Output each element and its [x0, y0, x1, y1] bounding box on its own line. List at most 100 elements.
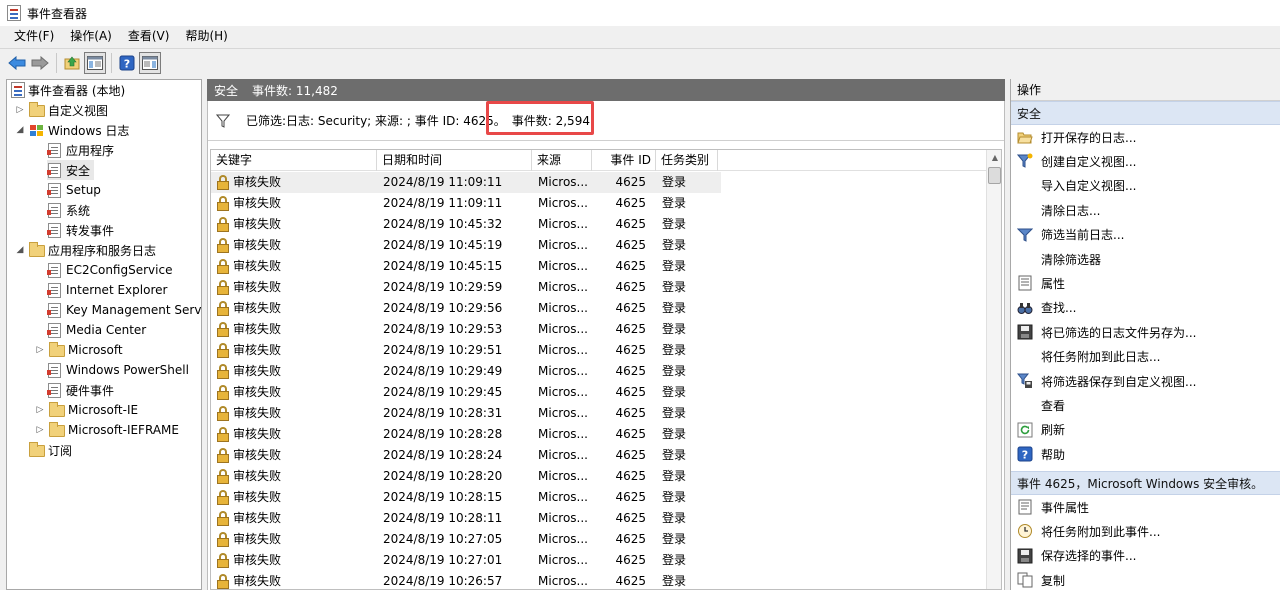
tree-item-hardware-events[interactable]: 硬件事件 [47, 380, 114, 400]
table-row[interactable]: 审核失败 2024/8/19 10:28:31 Micros... 4625 登录 [211, 403, 721, 424]
table-row[interactable]: 审核失败 2024/8/19 10:26:57 Micros... 4625 登录 [211, 571, 721, 589]
tree-subscriptions[interactable]: 订阅 [29, 440, 72, 460]
audit-failure-lock-icon [217, 511, 229, 526]
table-row[interactable]: 审核失败 2024/8/19 10:29:53 Micros... 4625 登录 [211, 319, 721, 340]
tree-root[interactable]: 事件查看器 (本地) [11, 80, 125, 100]
column-event-id[interactable]: 事件 ID [592, 150, 656, 171]
cell-keywords-text: 审核失败 [233, 322, 282, 336]
action-item[interactable]: 清除日志... [1011, 198, 1280, 222]
expand-arrow-icon[interactable]: ▷ [35, 425, 45, 435]
table-row[interactable]: 审核失败 2024/8/19 10:27:01 Micros... 4625 登录 [211, 550, 721, 571]
action-item[interactable]: ? 帮助 [1011, 442, 1280, 466]
tree-app-service-logs[interactable]: ◢ 应用程序和服务日志 [15, 240, 156, 260]
menu-view[interactable]: 查看(V) [120, 26, 178, 47]
save-icon [1017, 548, 1033, 564]
tree-item-microsoft-ieframe[interactable]: ▷ Microsoft-IEFRAME [35, 420, 179, 440]
action-item[interactable]: 将任务附加到此事件... [1011, 519, 1280, 543]
table-row[interactable]: 审核失败 2024/8/19 10:45:19 Micros... 4625 登录 [211, 235, 721, 256]
tree-item-system[interactable]: 系统 [47, 200, 90, 220]
collapse-arrow-icon[interactable]: ◢ [15, 245, 25, 255]
scroll-thumb[interactable] [988, 167, 1001, 184]
action-item[interactable]: 属性 [1011, 271, 1280, 295]
action-item[interactable]: 查看 [1011, 393, 1280, 417]
actions-section-security[interactable]: 安全 [1011, 101, 1280, 125]
tree-item-setup[interactable]: Setup [47, 180, 101, 200]
tree-custom-views[interactable]: ▷ 自定义视图 [15, 100, 108, 120]
forward-button[interactable] [29, 52, 51, 74]
table-row[interactable]: 审核失败 2024/8/19 11:09:11 Micros... 4625 登录 [211, 172, 721, 193]
tree-item-microsoft[interactable]: ▷ Microsoft [35, 340, 123, 360]
tree-item-powershell[interactable]: Windows PowerShell [47, 360, 189, 380]
action-label: 筛选当前日志... [1041, 228, 1125, 243]
expand-arrow-icon[interactable]: ▷ [35, 405, 45, 415]
cell-keywords: 审核失败 [211, 256, 377, 277]
cell-keywords-text: 审核失败 [233, 448, 282, 462]
action-item[interactable]: 将筛选器保存到自定义视图... [1011, 369, 1280, 393]
help-button[interactable]: ? [116, 52, 138, 74]
column-date-time[interactable]: 日期和时间 [377, 150, 532, 171]
tree-item-security[interactable]: 安全 [47, 160, 95, 180]
action-item[interactable]: 将已筛选的日志文件另存为... [1011, 320, 1280, 344]
cell-task-category: 登录 [662, 259, 687, 273]
cell-event-id: 4625 [615, 343, 646, 357]
action-item[interactable]: 查找... [1011, 296, 1280, 320]
filter-bar: 已筛选:日志: Security; 来源: ; 事件 ID: 4625。 事件数… [208, 101, 1004, 141]
tree-item-application[interactable]: 应用程序 [47, 140, 114, 160]
action-item[interactable]: 创建自定义视图... [1011, 149, 1280, 173]
tree-item-label: 转发事件 [66, 223, 115, 238]
back-button[interactable] [6, 52, 28, 74]
cell-keywords: 审核失败 [211, 550, 377, 571]
actions-section-event[interactable]: 事件 4625，Microsoft Windows 安全审核。 [1011, 471, 1280, 495]
tree-item-media-center[interactable]: Media Center [47, 320, 146, 340]
table-row[interactable]: 审核失败 2024/8/19 10:29:59 Micros... 4625 登录 [211, 277, 721, 298]
tree-item-key-management[interactable]: Key Management Serv [47, 300, 201, 320]
table-row[interactable]: 审核失败 2024/8/19 10:28:20 Micros... 4625 登录 [211, 466, 721, 487]
table-row[interactable]: 审核失败 2024/8/19 10:29:45 Micros... 4625 登录 [211, 382, 721, 403]
table-row[interactable]: 审核失败 2024/8/19 10:45:15 Micros... 4625 登录 [211, 256, 721, 277]
cell-task-category: 登录 [662, 196, 687, 210]
table-row[interactable]: 审核失败 2024/8/19 10:45:32 Micros... 4625 登录 [211, 214, 721, 235]
column-keywords[interactable]: 关键字 [211, 150, 377, 171]
cell-keywords-text: 审核失败 [233, 301, 282, 315]
action-item[interactable]: 导入自定义视图... [1011, 174, 1280, 198]
show-hide-action-pane-button[interactable] [139, 51, 161, 74]
action-item[interactable]: 复制 [1011, 568, 1280, 590]
action-item[interactable]: 筛选当前日志... [1011, 223, 1280, 247]
expand-arrow-icon[interactable]: ▷ [15, 105, 25, 115]
tree-item-microsoft-ie[interactable]: ▷ Microsoft-IE [35, 400, 138, 420]
tree-item-ec2configservice[interactable]: EC2ConfigService [47, 260, 172, 280]
collapse-arrow-icon[interactable]: ◢ [15, 125, 25, 135]
action-item[interactable]: 保存选择的事件... [1011, 544, 1280, 568]
expand-arrow-icon[interactable]: ▷ [35, 345, 45, 355]
vertical-scrollbar[interactable]: ▲ [986, 150, 1001, 589]
menu-file[interactable]: 文件(F) [6, 26, 62, 47]
table-row[interactable]: 审核失败 2024/8/19 10:28:15 Micros... 4625 登录 [211, 487, 721, 508]
show-hide-tree-button[interactable] [84, 51, 106, 74]
up-level-button[interactable] [61, 52, 83, 74]
action-label: 刷新 [1041, 423, 1066, 438]
table-row[interactable]: 审核失败 2024/8/19 10:28:24 Micros... 4625 登录 [211, 445, 721, 466]
audit-failure-lock-icon [217, 364, 229, 379]
column-source[interactable]: 来源 [532, 150, 592, 171]
table-row[interactable]: 审核失败 2024/8/19 10:29:56 Micros... 4625 登录 [211, 298, 721, 319]
menu-help[interactable]: 帮助(H) [177, 26, 235, 47]
table-row[interactable]: 审核失败 2024/8/19 10:29:51 Micros... 4625 登录 [211, 340, 721, 361]
subscriptions-folder-icon [29, 442, 45, 457]
action-item[interactable]: 事件属性 [1011, 495, 1280, 519]
menu-action[interactable]: 操作(A) [62, 26, 120, 47]
table-row[interactable]: 审核失败 2024/8/19 11:09:11 Micros... 4625 登录 [211, 193, 721, 214]
action-item[interactable]: 打开保存的日志... [1011, 125, 1280, 149]
action-item[interactable]: 将任务附加到此日志... [1011, 345, 1280, 369]
scroll-up-arrow-icon[interactable]: ▲ [987, 150, 1001, 166]
action-item[interactable]: 刷新 [1011, 418, 1280, 442]
tree-item-forwarded-events[interactable]: 转发事件 [47, 220, 114, 240]
table-row[interactable]: 审核失败 2024/8/19 10:28:11 Micros... 4625 登录 [211, 508, 721, 529]
table-row[interactable]: 审核失败 2024/8/19 10:28:28 Micros... 4625 登录 [211, 424, 721, 445]
tree-windows-logs[interactable]: ◢ Windows 日志 [15, 120, 130, 140]
column-task-category[interactable]: 任务类别 [656, 150, 718, 171]
grid-header: 关键字 日期和时间 来源 事件 ID 任务类别 [211, 150, 1001, 171]
tree-item-internet-explorer[interactable]: Internet Explorer [47, 280, 167, 300]
table-row[interactable]: 审核失败 2024/8/19 10:27:05 Micros... 4625 登录 [211, 529, 721, 550]
table-row[interactable]: 审核失败 2024/8/19 10:29:49 Micros... 4625 登录 [211, 361, 721, 382]
action-item[interactable]: 清除筛选器 [1011, 247, 1280, 271]
